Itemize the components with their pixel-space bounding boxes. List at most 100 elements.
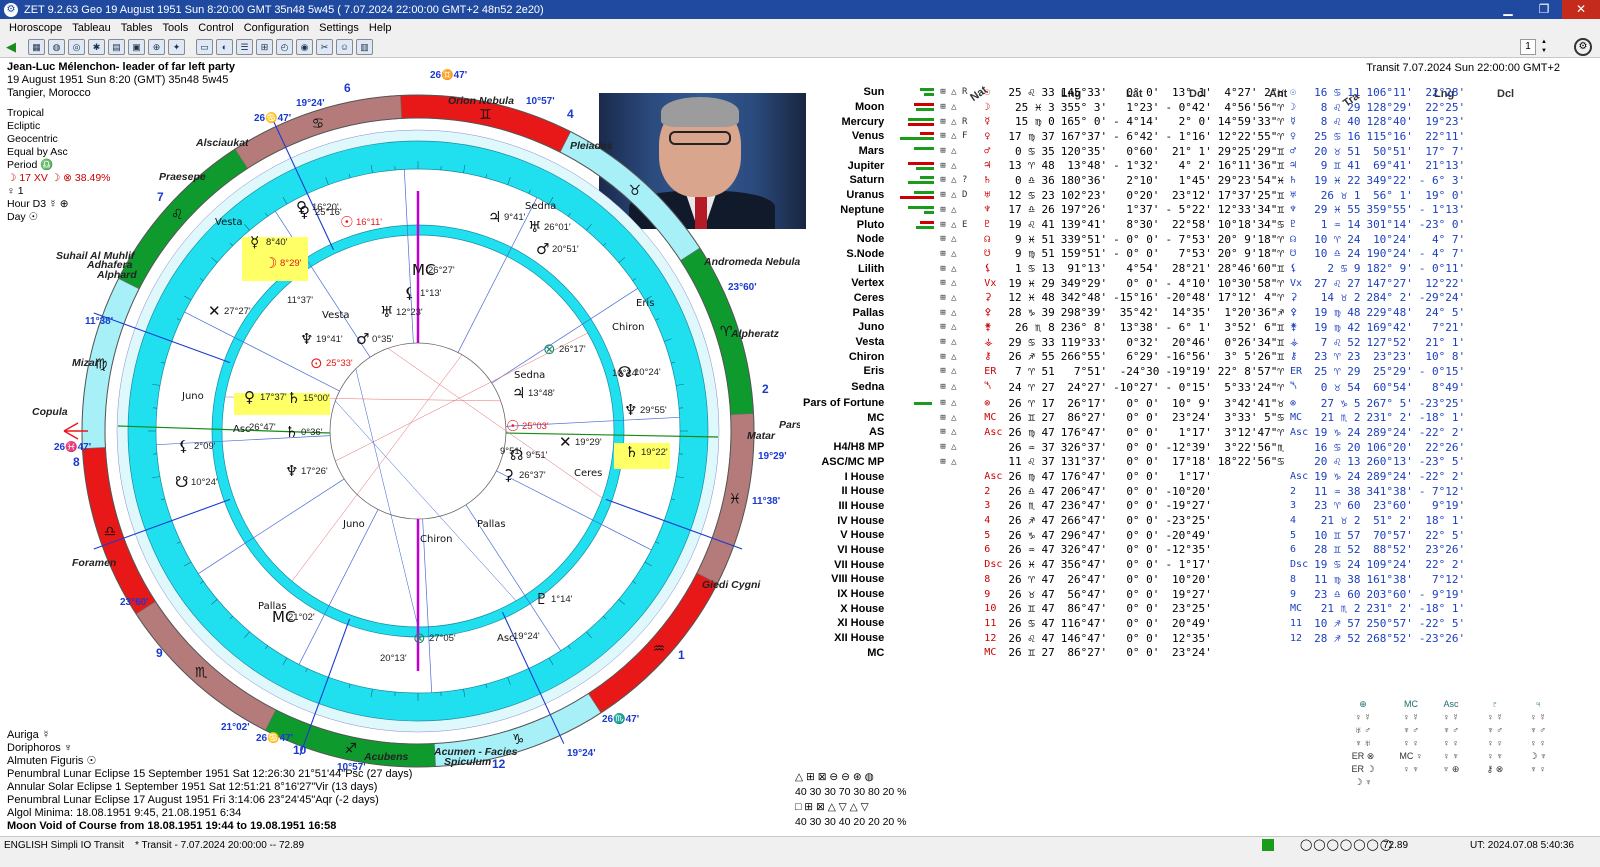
menu-horoscope[interactable]: Horoscope	[4, 22, 67, 34]
table-row[interactable]: Sedna ⊞ △ ⯲ 24 ♈ 27 24°27' -10°27' - 0°15' 5°3…	[800, 379, 1468, 396]
menu-tables[interactable]: Tables	[116, 22, 158, 34]
cell-lat: 0° 0'	[1126, 276, 1160, 290]
table-row[interactable]: ASC/MC MP ⊞ △ 11 ♌ 37 131°37' 0° 0' 17°18' 18…	[800, 455, 1468, 470]
table-row[interactable]: Mercury ⊞ △ R ☿ 15 ♍ 0 165° 0' - 4°14' 2° 0' 14…	[800, 114, 1468, 129]
table-row[interactable]: S.Node ⊞ △ ☋ 9 ♍ 51 159°51' - 0° 0' 7°53' 20° …	[800, 247, 1468, 262]
settings-wheel-icon[interactable]: ⚙	[1574, 38, 1592, 56]
calendar-icon[interactable]: ▣	[128, 38, 145, 55]
table-row[interactable]: XII House 12 26 ♌ 47 146°47' 0° 0' 12°35' 12 28…	[800, 631, 1468, 646]
table-row[interactable]: X House 10 26 ♊ 47 86°47' 0° 0' 23°25' MC 21 ♏ …	[800, 601, 1468, 616]
table-row[interactable]: Moon ⊞ △ ☽ 25 ♓ 3 355° 3' 1°23' - 0°42' 4°56'5…	[800, 100, 1468, 115]
table-row[interactable]: Vesta ⊞ △ ⚶ 29 ♋ 33 119°33' 0°32' 20°46' 0°26'…	[800, 335, 1468, 350]
table-row[interactable]: H4/H8 MP ⊞ △ 26 ♒ 37 326°37' 0° 0' -12°39' 3°…	[800, 440, 1468, 455]
dispositor-items: ♀ ☿ ♆ ♂ ♀ ♀ ☽ ♆ ♆ ♀	[1529, 712, 1547, 774]
cell-pos: 26 ♌ 47	[1008, 631, 1055, 645]
cell-tg: ♆	[1290, 204, 1297, 216]
wheel-icon[interactable]: ◎	[68, 38, 85, 55]
transit-icon[interactable]: ✦	[168, 38, 185, 55]
table-row[interactable]: Pars of Fortune ⊞ △ ⊗ 26 ♈ 17 26°17' 0° 0' 10…	[800, 396, 1468, 411]
cell-pos: 0 ♎ 36	[1014, 173, 1055, 187]
cell-tdcl: 9°19'	[1432, 499, 1466, 513]
cell-dcl: -16°56'	[1165, 350, 1212, 364]
chart-wheel[interactable]: ♎♏♐♑♒♓♈♉♊♋♌♍12467891012Orion NebulaAlsci…	[0, 58, 800, 836]
table-row[interactable]: Neptune ⊞ △ ♆ 17 ♎ 26 197°26' 1°37' - 5°22' 12…	[800, 203, 1468, 218]
menu-configuration[interactable]: Configuration	[239, 22, 314, 34]
cell-tpos: 10 ♎ 24	[1314, 247, 1361, 261]
table-row[interactable]: Pluto ⊞ △ E ♇ 19 ♌ 41 139°41' 8°30' 22°58' 10°1…	[800, 217, 1468, 232]
strength-bars	[887, 557, 937, 572]
strength-bars	[887, 100, 937, 115]
cell-tg: 11	[1290, 617, 1303, 629]
close-button[interactable]: ✕	[1562, 0, 1600, 19]
cell-sym: 8	[984, 573, 991, 585]
menu-control[interactable]: Control	[193, 22, 238, 34]
table-row[interactable]: V House 5 26 ♑ 47 296°47' 0° 0' -20°49' 5 10 ♊ …	[800, 528, 1468, 543]
person-icon[interactable]: ☺	[336, 38, 353, 55]
table-row[interactable]: Uranus ⊞ △ D ♅ 12 ♋ 23 102°23' 0°20' 23°12' 17°…	[800, 188, 1468, 203]
grid-icon[interactable]: ▤	[108, 38, 125, 55]
strength-bars	[887, 410, 937, 425]
menu-settings[interactable]: Settings	[314, 22, 364, 34]
page-spinner[interactable]: ▲ ▼	[1538, 38, 1550, 56]
row-label: Juno	[858, 321, 885, 334]
table-row[interactable]: Sun ⊞ △ R ☉ 25 ♌ 33 145°33' 0° 0' 13° 1' 4°27' …	[800, 85, 1468, 100]
table-row[interactable]: III House 3 26 ♏ 47 236°47' 0° 0' -19°27' 3 23 …	[800, 499, 1468, 514]
table-row[interactable]: Eris ⊞ △ ER 7 ♈ 51 7°51' -24°30 -19°19' 22° 8'…	[800, 364, 1468, 379]
table-row[interactable]: Vertex ⊞ △ Vx 19 ♓ 29 349°29' 0° 0' - 4°10' 10…	[800, 276, 1468, 291]
table-row[interactable]: Node ⊞ △ ☊ 9 ♓ 51 339°51' - 0° 0' - 7°53' 20° …	[800, 232, 1468, 247]
table-row[interactable]: AS ⊞ △ Asc 26 ♍ 47 176°47' 0° 0' 1°17' 3°12'47…	[800, 425, 1468, 440]
table-row[interactable]: VIII House 8 26 ♈ 47 26°47' 0° 0' 10°20' 8 11 ♍…	[800, 572, 1468, 587]
planet-glyph: ♆	[624, 401, 637, 419]
row-label: Eris	[863, 365, 885, 378]
table-row[interactable]: I House Asc 26 ♍ 47 176°47' 0° 0' 1°17' Asc 19 …	[800, 469, 1468, 484]
table-row[interactable]: Jupiter ⊞ △ ♃ 13 ♈ 48 13°48' - 1°32' 4° 2' 16°…	[800, 158, 1468, 173]
map-icon[interactable]: ⊞	[256, 38, 273, 55]
tools-icon[interactable]: ✂	[316, 38, 333, 55]
table-row[interactable]: Saturn ⊞ △ ? ♄ 0 ♎ 36 180°36' 2°10' 1°45' 29°23…	[800, 173, 1468, 188]
table-row[interactable]: MC MC 26 ♊ 27 86°27' 0° 0' 23°24'	[800, 645, 1468, 660]
aspect-icon[interactable]: ⊕	[148, 38, 165, 55]
table-row[interactable]: VII House Dsc 26 ♓ 47 356°47' 0° 0' - 1°17' Ds…	[800, 557, 1468, 572]
table-row[interactable]: IV House 4 26 ♐ 47 266°47' 0° 0' -23°25' 4 21 ♉…	[800, 513, 1468, 528]
table-row[interactable]: Venus ⊞ △ F ♀ 17 ♍ 37 167°37' - 6°42' - 1°16' 1…	[800, 129, 1468, 144]
table-row[interactable]: Juno ⊞ △ ⚵ 26 ♏ 8 236° 8' 13°38' - 6° 1' 3°52'…	[800, 320, 1468, 335]
minimize-button[interactable]: ▁	[1490, 0, 1526, 19]
planet-degree-label: 25°03'	[522, 421, 549, 432]
clock-icon[interactable]: ◴	[276, 38, 293, 55]
page-number-field[interactable]: 1	[1520, 39, 1536, 55]
cell-ant: 3°22'56"♏	[1224, 440, 1285, 454]
cell-tdcl: -23° 5'	[1418, 455, 1466, 469]
table-row[interactable]: Lilith ⊞ △ ⚸ 1 ♋ 13 91°13' 4°54' 28°21' 28°46'…	[800, 261, 1468, 276]
table-row[interactable]: MC ⊞ △ MC 26 ♊ 27 86°27' 0° 0' 23°24' 3°33' 5"…	[800, 410, 1468, 425]
planet-glyph: ♆	[300, 330, 313, 348]
menu-tableau[interactable]: Tableau	[67, 22, 116, 34]
table-row[interactable]: Chiron ⊞ △ ⚷ 26 ♐ 55 266°55' 6°29' -16°56' 3° …	[800, 349, 1468, 364]
maximize-button[interactable]: ❐	[1526, 0, 1562, 19]
print-icon[interactable]: ▭	[196, 38, 213, 55]
table-row[interactable]: Ceres ⊞ △ ⚳ 12 ♓ 48 342°48' -15°16' -20°48' 17…	[800, 291, 1468, 306]
fixed-star-label: Giedi Cygni	[702, 579, 761, 591]
strength-bars	[887, 114, 937, 129]
dial-icon[interactable]: ◐	[216, 38, 233, 55]
planet-glyph: ♀	[296, 198, 307, 216]
chart-icon[interactable]: ✱	[88, 38, 105, 55]
table-row[interactable]: XI House 11 26 ♋ 47 116°47' 0° 0' 20°49' 11 10 …	[800, 616, 1468, 631]
table-icon[interactable]: ▦	[28, 38, 45, 55]
stats-icon[interactable]: ▥	[356, 38, 373, 55]
table-row[interactable]: VI House 6 26 ♒ 47 326°47' 0° 0' -12°35' 6 28 ♊…	[800, 543, 1468, 558]
spiral-icon[interactable]: ◉	[296, 38, 313, 55]
cell-pos: 28 ♑ 39	[1008, 306, 1055, 320]
cell-sym: 5	[984, 529, 991, 541]
row-label: AS	[869, 426, 885, 439]
globe-icon[interactable]: ◍	[48, 38, 65, 55]
status-icons[interactable]: ◯◯◯◯◯◯◯	[1300, 838, 1393, 851]
table-row[interactable]: IX House 9 26 ♉ 47 56°47' 0° 0' 19°27' 9 23 ♎ 6…	[800, 587, 1468, 602]
menu-help[interactable]: Help	[364, 22, 397, 34]
table-row[interactable]: II House 2 26 ♎ 47 206°47' 0° 0' -10°20' 2 11 ♒…	[800, 484, 1468, 499]
table-row[interactable]: Pallas ⊞ △ ⚴ 28 ♑ 39 298°39' 35°42' 14°35' 1°2…	[800, 305, 1468, 320]
menu-tools[interactable]: Tools	[158, 22, 194, 34]
back-arrow-icon[interactable]: ◀	[4, 39, 18, 55]
list-icon[interactable]: ☰	[236, 38, 253, 55]
table-row[interactable]: Mars ⊞ △ ♂ 0 ♋ 35 120°35' 0°60' 21° 1' 29°25'2…	[800, 144, 1468, 159]
planet-degree-label: 26°01'	[544, 222, 571, 233]
